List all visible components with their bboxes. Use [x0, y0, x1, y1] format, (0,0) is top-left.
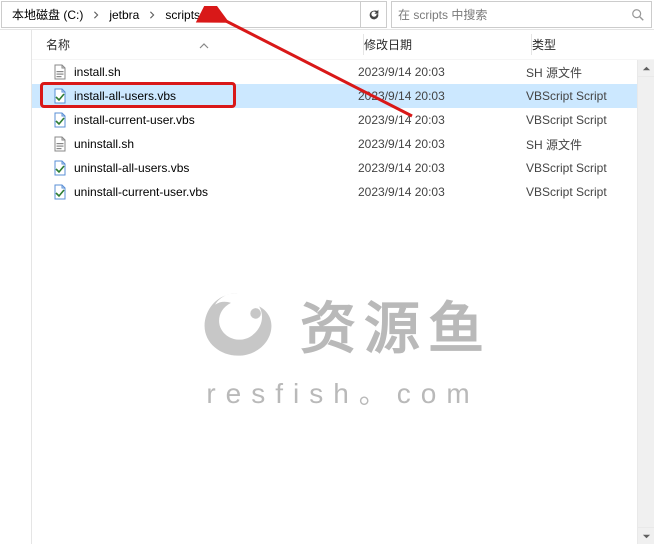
scroll-down-button[interactable] — [638, 527, 654, 544]
vertical-scrollbar[interactable] — [637, 60, 654, 544]
file-name-label: install-current-user.vbs — [74, 113, 195, 127]
column-header-date-label: 修改日期 — [364, 36, 412, 53]
breadcrumb-bar[interactable]: 本地磁盘 (C:) jetbra scripts — [1, 1, 361, 28]
file-list-pane: 名称 修改日期 类型 install.sh2023/9/14 20:03SH 源… — [32, 30, 654, 544]
breadcrumb-segment[interactable]: 本地磁盘 (C:) — [6, 2, 89, 27]
file-name-label: uninstall.sh — [74, 137, 134, 151]
file-name-label: install.sh — [74, 65, 121, 79]
search-box[interactable] — [391, 1, 652, 28]
file-type-cell: VBScript Script — [526, 161, 654, 175]
breadcrumb-dropdown-button[interactable] — [206, 2, 224, 27]
vbs-file-icon — [52, 160, 68, 176]
vbs-file-icon — [52, 184, 68, 200]
address-toolbar: 本地磁盘 (C:) jetbra scripts — [0, 0, 654, 30]
file-list[interactable]: install.sh2023/9/14 20:03SH 源文件install-a… — [32, 60, 654, 544]
file-type-cell: SH 源文件 — [526, 136, 654, 153]
file-name-cell: install.sh — [52, 64, 358, 80]
file-date-cell: 2023/9/14 20:03 — [358, 89, 526, 103]
file-name-cell: uninstall.sh — [52, 136, 358, 152]
file-row[interactable]: install-current-user.vbs 2023/9/14 20:03V… — [32, 108, 654, 132]
vbs-file-icon — [52, 88, 68, 104]
column-header-name[interactable]: 名称 — [46, 30, 364, 59]
file-name-cell: uninstall-all-users.vbs — [52, 160, 358, 176]
scroll-up-button[interactable] — [638, 60, 654, 77]
file-row[interactable]: install-all-users.vbs 2023/9/14 20:03VBSc… — [32, 84, 654, 108]
chevron-right-icon[interactable] — [145, 2, 159, 27]
file-name-cell: uninstall-current-user.vbs — [52, 184, 358, 200]
chevron-down-icon — [211, 10, 220, 19]
column-header-type-label: 类型 — [532, 36, 556, 53]
chevron-up-icon — [199, 41, 209, 51]
chevron-right-icon[interactable] — [89, 2, 103, 27]
file-name-label: uninstall-current-user.vbs — [74, 185, 208, 199]
column-header-type[interactable]: 类型 — [532, 30, 654, 59]
file-date-cell: 2023/9/14 20:03 — [358, 65, 526, 79]
file-row[interactable]: uninstall-all-users.vbs 2023/9/14 20:03VB… — [32, 156, 654, 180]
file-name-label: install-all-users.vbs — [74, 89, 176, 103]
explorer-window: 本地磁盘 (C:) jetbra scripts 名称 — [0, 0, 654, 544]
vbs-file-icon — [52, 112, 68, 128]
file-date-cell: 2023/9/14 20:03 — [358, 185, 526, 199]
file-type-cell: SH 源文件 — [526, 64, 654, 81]
file-date-cell: 2023/9/14 20:03 — [358, 161, 526, 175]
column-header-date[interactable]: 修改日期 — [364, 30, 532, 59]
file-name-cell: install-current-user.vbs — [52, 112, 358, 128]
chevron-up-icon — [642, 64, 651, 73]
file-name-label: uninstall-all-users.vbs — [74, 161, 189, 175]
file-type-cell: VBScript Script — [526, 113, 654, 127]
content-area: 名称 修改日期 类型 install.sh2023/9/14 20:03SH 源… — [0, 30, 654, 544]
file-date-cell: 2023/9/14 20:03 — [358, 137, 526, 151]
breadcrumb-segment[interactable]: jetbra — [103, 2, 145, 27]
column-header-name-label: 名称 — [46, 36, 70, 53]
refresh-button[interactable] — [361, 1, 387, 28]
navigation-pane[interactable] — [0, 30, 32, 544]
file-row[interactable]: uninstall.sh 2023/9/14 20:03SH 源文件 — [32, 132, 654, 156]
sh-file-icon — [52, 64, 68, 80]
sort-indicator — [199, 40, 209, 50]
file-type-cell: VBScript Script — [526, 89, 654, 103]
file-type-cell: VBScript Script — [526, 185, 654, 199]
sh-file-icon — [52, 136, 68, 152]
chevron-down-icon — [642, 532, 651, 541]
column-headers: 名称 修改日期 类型 — [32, 30, 654, 60]
file-name-cell: install-all-users.vbs — [52, 88, 358, 104]
file-date-cell: 2023/9/14 20:03 — [358, 113, 526, 127]
file-row[interactable]: install.sh 2023/9/14 20:03SH 源文件 — [32, 60, 654, 84]
file-row[interactable]: uninstall-current-user.vbs 2023/9/14 20:0… — [32, 180, 654, 204]
search-icon — [631, 8, 645, 22]
search-input[interactable] — [398, 8, 627, 22]
refresh-icon — [367, 8, 381, 22]
breadcrumb-segment[interactable]: scripts — [159, 2, 206, 27]
